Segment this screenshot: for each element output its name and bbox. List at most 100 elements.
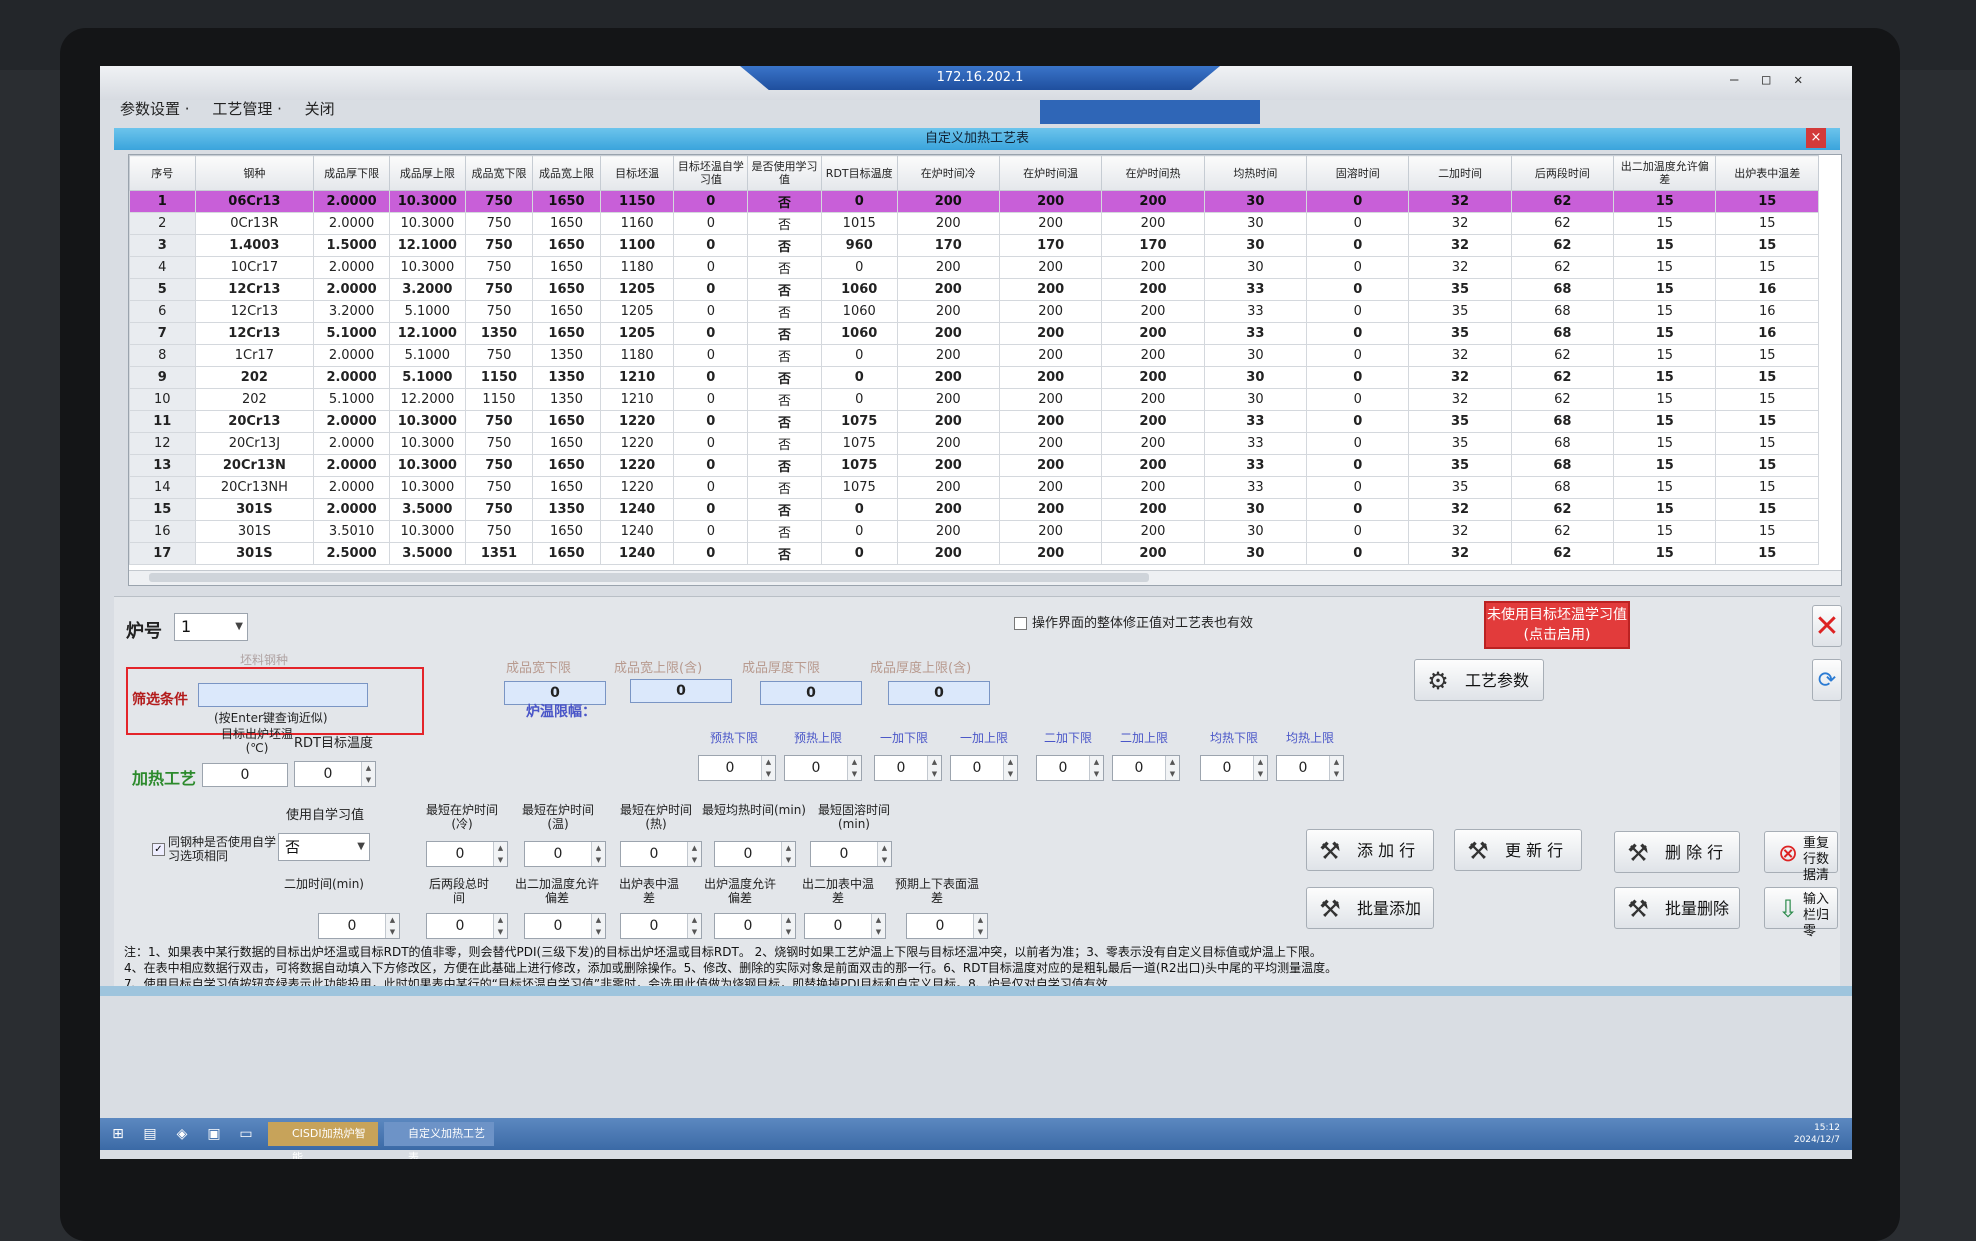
table-cell[interactable]: 200 — [998, 256, 1103, 279]
table-cell[interactable]: 12.1000 — [388, 234, 466, 257]
table-cell[interactable]: 2.0000 — [313, 256, 390, 279]
table-cell[interactable]: 12Cr13 — [194, 300, 315, 323]
last-two-total-spin[interactable]: 0 ▲ ▼ — [426, 913, 508, 939]
app-icon[interactable]: ◈ — [172, 1124, 192, 1144]
table-cell[interactable]: 200 — [896, 190, 1000, 213]
table-cell[interactable]: 0 — [673, 300, 749, 323]
table-row[interactable]: 4 10Cr17 2.0000 10.3000 750 1650 1180 0 否 0 200 200… — [129, 256, 1819, 279]
column-header[interactable]: 目标坯温自学习值 — [673, 155, 749, 191]
table-cell[interactable]: 2.0000 — [313, 454, 390, 477]
table-cell[interactable]: 750 — [464, 344, 534, 367]
row-number[interactable]: 1 — [129, 190, 196, 213]
table-cell[interactable]: 750 — [464, 498, 534, 521]
table-cell[interactable]: 1075 — [820, 410, 898, 433]
table-cell[interactable]: 10.3000 — [388, 476, 466, 499]
table-cell[interactable]: 0 — [1306, 432, 1410, 455]
spin-arrows-icon[interactable]: ▲ ▼ — [927, 756, 941, 780]
spin-arrows-icon[interactable]: ▲ ▼ — [1089, 756, 1103, 780]
table-cell[interactable]: 15 — [1613, 542, 1717, 565]
row-number[interactable]: 17 — [129, 542, 196, 565]
table-cell[interactable]: 2.0000 — [313, 344, 390, 367]
heat2-temp-dev-spin[interactable]: 0 ▲ ▼ — [524, 913, 606, 939]
table-cell[interactable]: 15 — [1613, 432, 1717, 455]
table-cell[interactable]: 否 — [747, 454, 822, 477]
table-cell[interactable]: 15 — [1715, 498, 1819, 521]
table-cell[interactable]: 1015 — [820, 212, 898, 235]
table-cell[interactable]: 62 — [1510, 234, 1615, 257]
row-number[interactable]: 10 — [129, 388, 196, 411]
table-cell[interactable]: 1650 — [532, 300, 601, 323]
table-cell[interactable]: 0 — [820, 498, 898, 521]
rdp-title-bar[interactable]: 172.16.202.1 — [740, 66, 1220, 90]
table-cell[interactable]: 32 — [1408, 344, 1512, 367]
explorer-icon[interactable]: ▤ — [140, 1124, 160, 1144]
table-cell[interactable]: 62 — [1510, 498, 1615, 521]
spin-arrows-icon[interactable]: ▲ ▼ — [761, 756, 775, 780]
table-cell[interactable]: 3.5010 — [313, 520, 390, 543]
spin-arrows-icon[interactable]: ▲ ▼ — [877, 842, 891, 866]
table-cell[interactable]: 0 — [673, 344, 749, 367]
column-header[interactable]: 成品厚下限 — [313, 155, 390, 191]
table-cell[interactable]: 32 — [1408, 366, 1512, 389]
table-cell[interactable]: 1180 — [599, 344, 675, 367]
table-cell[interactable]: 20Cr13N — [194, 454, 315, 477]
table-cell[interactable]: 1650 — [532, 190, 601, 213]
table-cell[interactable]: 200 — [1101, 278, 1205, 301]
row-number[interactable]: 11 — [129, 410, 196, 433]
heat1-min-spin[interactable]: 0 ▲ ▼ — [874, 755, 942, 781]
table-cell[interactable]: 0 — [673, 520, 749, 543]
table-row[interactable]: 6 12Cr13 3.2000 5.1000 750 1650 1205 0 否 1060 200 2… — [129, 300, 1819, 323]
table-cell[interactable]: 10.3000 — [388, 256, 466, 279]
table-cell[interactable]: 32 — [1408, 388, 1512, 411]
table-cell[interactable]: 否 — [747, 498, 822, 521]
table-cell[interactable]: 32 — [1408, 542, 1512, 565]
table-cell[interactable]: 0 — [673, 322, 749, 345]
table-cell[interactable]: 200 — [1101, 212, 1205, 235]
table-cell[interactable]: 200 — [896, 322, 1000, 345]
table-cell[interactable]: 200 — [998, 520, 1103, 543]
table-cell[interactable]: 301S — [194, 542, 315, 565]
table-cell[interactable]: 0 — [1306, 410, 1410, 433]
maximize-button[interactable]: □ — [1762, 72, 1770, 88]
menu-item-close[interactable]: 关闭 — [305, 100, 335, 118]
terminal-icon[interactable]: ▣ — [204, 1124, 224, 1144]
row-number[interactable]: 13 — [129, 454, 196, 477]
table-cell[interactable]: 200 — [1101, 432, 1205, 455]
table-cell[interactable]: 否 — [747, 476, 822, 499]
table-cell[interactable]: 32 — [1408, 212, 1512, 235]
table-cell[interactable]: 1060 — [820, 300, 898, 323]
table-cell[interactable]: 15 — [1613, 454, 1717, 477]
add-row-button[interactable]: ⚒ 添 加 行 — [1306, 829, 1434, 871]
table-cell[interactable]: 15 — [1715, 454, 1819, 477]
table-cell[interactable]: 1075 — [820, 432, 898, 455]
spin-arrows-icon[interactable]: ▲ ▼ — [1253, 756, 1267, 780]
row-number[interactable]: 16 — [129, 520, 196, 543]
column-header[interactable]: 是否使用学习值 — [747, 155, 822, 191]
table-cell[interactable]: 1650 — [532, 256, 601, 279]
table-cell[interactable]: 15 — [1613, 278, 1717, 301]
table-cell[interactable]: 否 — [747, 520, 822, 543]
column-header[interactable]: RDT目标温度 — [820, 155, 898, 191]
process-params-button[interactable]: ⚙ 工艺参数 — [1414, 659, 1544, 701]
table-cell[interactable]: 10.3000 — [388, 432, 466, 455]
table-cell[interactable]: 200 — [896, 344, 1000, 367]
close-window-button[interactable]: ✕ — [1794, 72, 1802, 88]
table-cell[interactable]: 68 — [1510, 300, 1615, 323]
table-cell[interactable]: 200 — [998, 190, 1103, 213]
table-cell[interactable]: 0 — [1306, 542, 1410, 565]
menu-item-process[interactable]: 工艺管理 · — [212, 100, 282, 118]
table-cell[interactable]: 5.1000 — [388, 366, 466, 389]
table-cell[interactable]: 10Cr17 — [194, 256, 315, 279]
table-cell[interactable]: 16 — [1715, 300, 1819, 323]
row-number[interactable]: 15 — [129, 498, 196, 521]
spin-arrows-icon[interactable]: ▲ ▼ — [591, 914, 605, 938]
table-cell[interactable]: 1350 — [464, 322, 534, 345]
table-cell[interactable]: 1350 — [532, 388, 601, 411]
table-cell[interactable]: 0 — [820, 388, 898, 411]
table-cell[interactable]: 否 — [747, 322, 822, 345]
table-cell[interactable]: 2.0000 — [313, 432, 390, 455]
table-cell[interactable]: 0 — [1306, 344, 1410, 367]
reset-data-button[interactable]: ⊗ 重复行数据清 — [1764, 831, 1838, 883]
table-cell[interactable]: 否 — [747, 234, 822, 257]
thickness-max-input[interactable]: 0 — [888, 681, 990, 705]
